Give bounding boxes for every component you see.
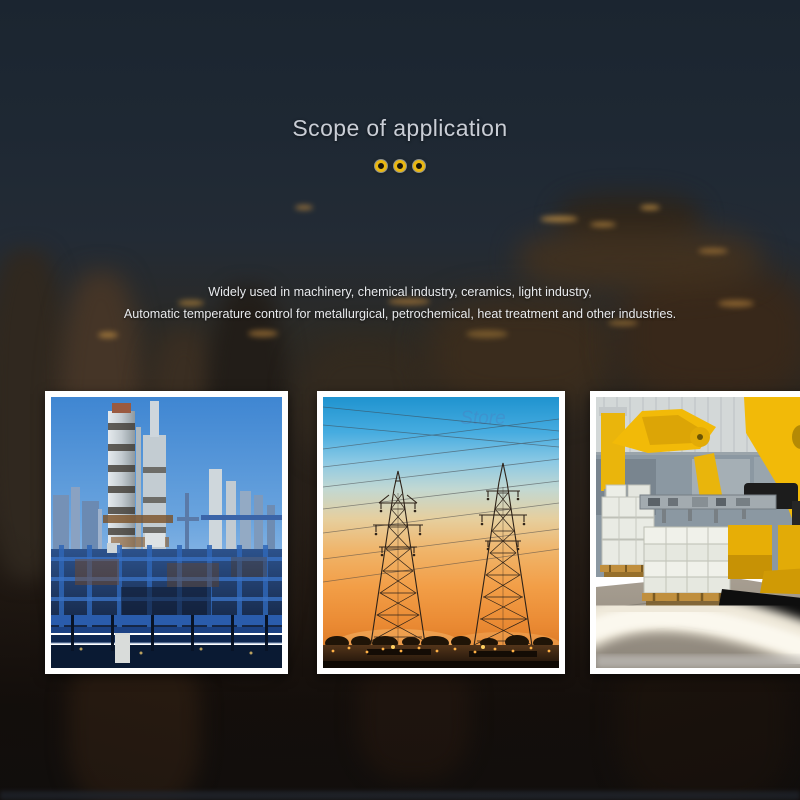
robot-illustration (596, 397, 800, 668)
section-title: Scope of application (292, 115, 508, 141)
description-line-2: Automatic temperature control for metall… (123, 307, 677, 321)
photo-petrochemical-plant (45, 391, 288, 674)
towers-illustration: Store (323, 397, 559, 668)
description-line-1: Widely used in machinery, chemical indus… (208, 285, 592, 299)
product-banner: Scope of application Widely used in mach… (0, 0, 800, 800)
divider-dot-icon (394, 160, 406, 172)
divider-dots (0, 160, 800, 172)
divider-dot-icon (375, 160, 387, 172)
refinery-pipe-rack (51, 615, 282, 668)
photo-palletizing-robot (590, 391, 800, 674)
photo-watermark: Store (460, 408, 505, 429)
sunset-sky (323, 397, 559, 668)
sunset-ground (323, 635, 559, 668)
section-description: Widely used in machinery, chemical indus… (0, 281, 800, 325)
photo-power-transmission-towers: Store (317, 391, 565, 674)
refinery-illustration (51, 397, 282, 668)
divider-dot-icon (413, 160, 425, 172)
